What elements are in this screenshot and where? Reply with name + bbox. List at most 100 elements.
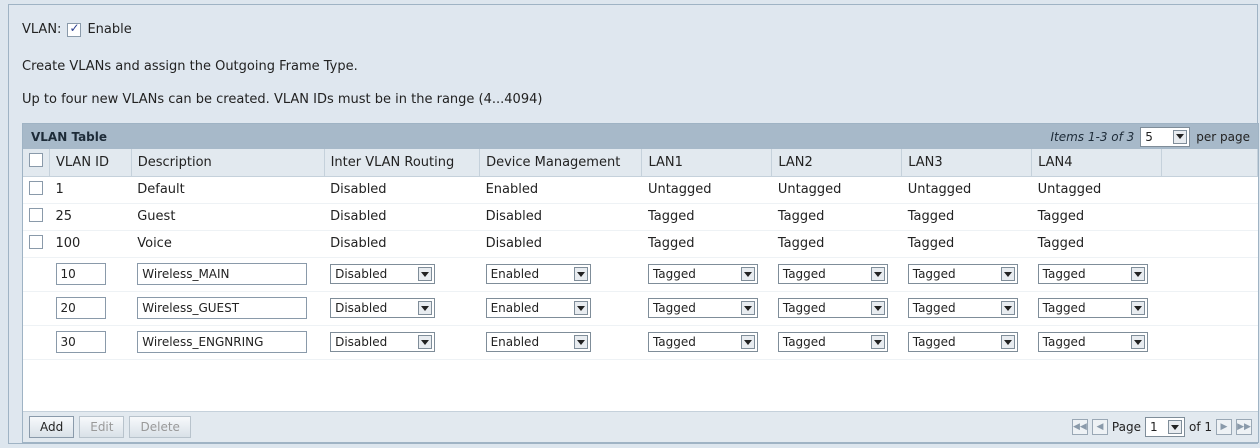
last-page-icon[interactable]: ▶▶: [1236, 419, 1252, 435]
col-description: Description: [131, 149, 325, 177]
column-header-row: VLAN ID Description Inter VLAN Routing D…: [23, 149, 1258, 177]
description-input[interactable]: Wireless_GUEST: [137, 297, 308, 319]
lan4-select[interactable]: Tagged: [1037, 298, 1148, 318]
lan1-select[interactable]: Tagged: [647, 264, 758, 284]
per-page-select[interactable]: 5: [1140, 126, 1191, 147]
col-lan4: LAN4: [1031, 149, 1163, 177]
page-label: Page: [1111, 420, 1141, 434]
lan2-select[interactable]: Tagged: [777, 332, 888, 352]
cell-vlan-id: 25: [49, 203, 132, 231]
row-checkbox[interactable]: [29, 207, 43, 222]
lan1-value: Tagged: [652, 335, 696, 349]
cell-device-mgmt: Disabled: [479, 203, 642, 231]
device-mgmt-value: Enabled: [490, 335, 540, 349]
vlan-enable-label: Enable: [87, 22, 132, 37]
col-lan3: LAN3: [901, 149, 1033, 177]
cell-device-mgmt: Disabled: [479, 230, 642, 258]
lan4-select[interactable]: Tagged: [1037, 264, 1148, 284]
first-page-icon[interactable]: ◀◀: [1071, 419, 1088, 435]
page-value: 1: [1149, 420, 1158, 434]
chevron-down-icon: [1000, 335, 1015, 349]
chevron-down-icon: [573, 267, 588, 281]
vlan-enable-row: VLAN: Enable: [22, 21, 132, 38]
chevron-down-icon: [740, 335, 755, 349]
cell-device-mgmt: Enabled: [479, 176, 642, 204]
chevron-down-icon: [1130, 301, 1145, 315]
items-count: Items 1-3 of 3: [1050, 129, 1135, 144]
vlan-settings-panel: VLAN: Enable Create VLANs and assign the…: [8, 4, 1259, 444]
device-mgmt-select[interactable]: Enabled: [485, 332, 591, 352]
cell-description: Guest: [131, 203, 325, 231]
vlan-enable-checkbox[interactable]: [67, 21, 82, 37]
cell-lan4: Untagged: [1031, 176, 1162, 204]
table-row: 100 Voice Disabled Disabled Tagged Tagge…: [23, 230, 1258, 258]
row-checkbox[interactable]: [29, 180, 43, 195]
chevron-down-icon: [418, 267, 433, 281]
select-all-checkbox[interactable]: [29, 153, 43, 168]
edit-button[interactable]: Edit: [79, 416, 125, 438]
lan1-value: Tagged: [652, 301, 696, 315]
lan2-select[interactable]: Tagged: [777, 264, 888, 284]
vlan-id-input[interactable]: 20: [55, 297, 106, 319]
cell-lan1: Tagged: [641, 203, 772, 231]
vlan-table: VLAN Table Items 1-3 of 3 5 per page VLA…: [22, 123, 1259, 443]
vlan-label: VLAN:: [22, 22, 62, 37]
lan3-select[interactable]: Tagged: [907, 332, 1018, 352]
row-checkbox[interactable]: [29, 234, 43, 249]
lan4-value: Tagged: [1042, 335, 1086, 349]
chevron-down-icon: [1167, 420, 1182, 434]
page-of-label: of 1: [1188, 420, 1212, 434]
edit-row: 10 Wireless_MAIN Disabled Enabled Tagged…: [23, 257, 1258, 292]
routing-select[interactable]: Disabled: [330, 298, 436, 318]
col-inter-vlan-routing: Inter VLAN Routing: [324, 149, 481, 177]
cell-vlan-id: 100: [49, 230, 132, 258]
chevron-down-icon: [870, 267, 885, 281]
lan3-select[interactable]: Tagged: [907, 298, 1018, 318]
device-mgmt-value: Enabled: [490, 267, 540, 281]
routing-select[interactable]: Disabled: [330, 264, 436, 284]
vlan-grid: VLAN ID Description Inter VLAN Routing D…: [23, 149, 1258, 360]
chevron-down-icon: [870, 335, 885, 349]
routing-value: Disabled: [335, 335, 388, 349]
table-row: 25 Guest Disabled Disabled Tagged Tagged…: [23, 203, 1258, 231]
lan3-value: Tagged: [912, 267, 956, 281]
per-page-value: 5: [1145, 129, 1153, 144]
pagination: ◀◀ ◀ Page 1 of 1 ▶ ▶▶: [1071, 417, 1252, 437]
description-input[interactable]: Wireless_MAIN: [137, 263, 308, 285]
chevron-down-icon: [573, 301, 588, 315]
delete-button[interactable]: Delete: [129, 416, 191, 438]
device-mgmt-select[interactable]: Enabled: [485, 264, 591, 284]
lan3-select[interactable]: Tagged: [907, 264, 1018, 284]
lan1-select[interactable]: Tagged: [647, 332, 758, 352]
cell-lan1: Untagged: [641, 176, 772, 204]
chevron-down-icon: [1130, 267, 1145, 281]
chevron-down-icon: [1173, 129, 1188, 144]
cell-lan3: Tagged: [901, 230, 1032, 258]
cell-lan3: Untagged: [901, 176, 1032, 204]
col-spacer: [1161, 149, 1258, 177]
previous-page-icon[interactable]: ◀: [1091, 419, 1108, 435]
lan3-value: Tagged: [912, 335, 956, 349]
cell-lan4: Tagged: [1031, 203, 1162, 231]
vlan-table-title: VLAN Table: [31, 129, 108, 144]
lan1-select[interactable]: Tagged: [647, 298, 758, 318]
description-input[interactable]: Wireless_ENGNRING: [137, 331, 308, 353]
cell-lan2: Untagged: [771, 176, 902, 204]
edit-row: 20 Wireless_GUEST Disabled Enabled Tagge…: [23, 291, 1258, 326]
add-button[interactable]: Add: [29, 416, 75, 438]
device-mgmt-select[interactable]: Enabled: [485, 298, 591, 318]
lan2-select[interactable]: Tagged: [777, 298, 888, 318]
intro-text-1: Create VLANs and assign the Outgoing Fra…: [22, 59, 358, 74]
items-per-page: Items 1-3 of 3 5 per page: [1050, 126, 1250, 147]
next-page-icon[interactable]: ▶: [1216, 419, 1232, 435]
col-lan1: LAN1: [641, 149, 773, 177]
routing-select[interactable]: Disabled: [330, 332, 436, 352]
cell-lan1: Tagged: [641, 230, 772, 258]
page-select[interactable]: 1: [1144, 417, 1185, 437]
lan2-value: Tagged: [782, 301, 826, 315]
vlan-id-input[interactable]: 30: [55, 331, 106, 353]
lan4-select[interactable]: Tagged: [1037, 332, 1148, 352]
chevron-down-icon: [740, 267, 755, 281]
cell-lan4: Tagged: [1031, 230, 1162, 258]
vlan-id-input[interactable]: 10: [55, 263, 106, 285]
